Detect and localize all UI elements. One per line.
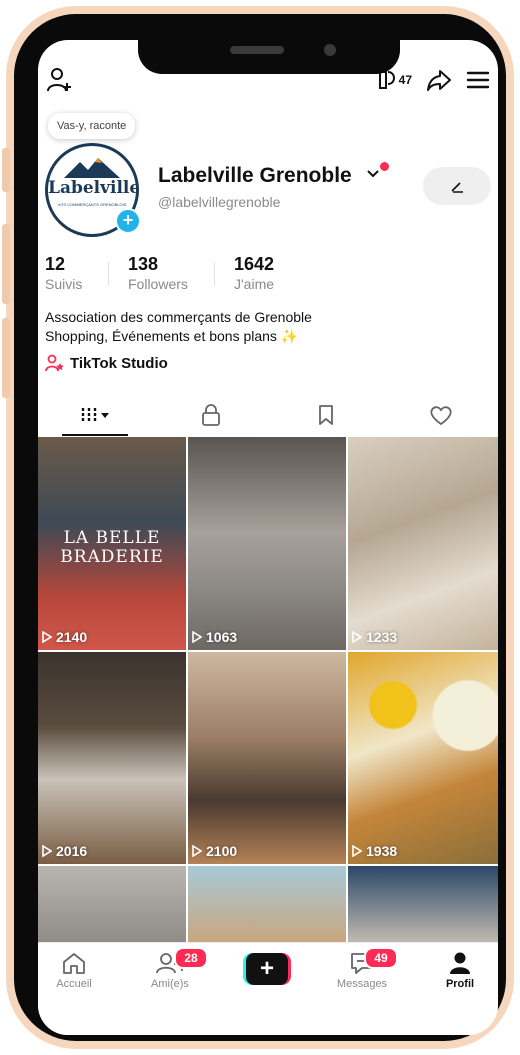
camera [324, 44, 336, 56]
header-actions: 47 [376, 68, 490, 92]
private-tab[interactable] [153, 396, 268, 434]
divider [214, 262, 215, 286]
view-count: 2100 [192, 843, 237, 859]
phone-notch [138, 26, 400, 74]
view-count-text: 1233 [366, 629, 398, 645]
chevron-down-icon[interactable] [366, 166, 380, 180]
view-count: 1233 [352, 629, 397, 645]
side-button [2, 224, 10, 304]
nav-messages[interactable]: Messages 49 [322, 947, 402, 990]
plus-icon: + [246, 953, 288, 985]
stat-label: J'aime [234, 276, 275, 292]
nav-label: Profil [445, 978, 475, 990]
video-thumbnail[interactable]: 2100 [188, 652, 346, 864]
active-tab-indicator [62, 434, 128, 436]
nav-profile[interactable]: Profil [420, 951, 498, 990]
nav-label: Accueil [56, 978, 92, 990]
screen: 47 Labelville VOS COMMERÇANTS GRENOBLOIS… [38, 40, 498, 1035]
video-thumbnail[interactable]: 1233 [348, 437, 498, 650]
view-count-text: 2100 [206, 843, 238, 859]
view-count-text: 2016 [56, 843, 88, 859]
bookmark-icon [318, 405, 333, 425]
nav-friends[interactable]: Ami(e)s 28 [130, 947, 210, 990]
profile-icon [450, 952, 470, 974]
messages-badge: 49 [364, 947, 398, 969]
profile-handle: @labelvillegrenoble [158, 194, 281, 210]
video-thumbnail[interactable]: 1938 [348, 652, 498, 864]
stat-label: Followers [128, 276, 188, 292]
play-icon [192, 631, 202, 643]
grid-filter-icon [81, 408, 109, 422]
play-icon [42, 631, 52, 643]
add-friend-button[interactable] [46, 66, 74, 99]
saved-tab[interactable] [268, 396, 383, 434]
bio-line: Association des commerçants de Grenoble [45, 309, 312, 325]
profile-name: Labelville Grenoble [158, 164, 352, 187]
friends-badge: 28 [174, 947, 208, 969]
bio: Association des commerçants de Grenoble … [45, 308, 312, 346]
liked-tab[interactable] [383, 396, 498, 434]
video-thumbnail[interactable]: 1063 [188, 437, 346, 650]
play-icon [352, 631, 362, 643]
pencil-icon [451, 182, 463, 193]
play-icon [42, 845, 52, 857]
view-count-text: 1063 [206, 629, 238, 645]
stat-value: 1642 [234, 254, 275, 274]
nav-label: Ami(e)s [151, 978, 189, 990]
videos-tab[interactable] [38, 396, 153, 434]
home-icon [63, 953, 85, 974]
notification-dot [380, 162, 389, 171]
view-count: 1938 [352, 843, 397, 859]
prompt-bubble[interactable]: Vas-y, raconte [48, 113, 136, 139]
video-overlay-title: LA BELLE BRADERIE [60, 528, 164, 567]
mountain-logo-icon [64, 158, 120, 178]
studio-user-icon [45, 354, 64, 372]
play-icon [352, 845, 362, 857]
play-icon [192, 845, 202, 857]
stat-value: 12 [45, 254, 66, 274]
bottom-navigation: Accueil Ami(e)s 28 + Messages 49 Profil [38, 942, 498, 1035]
speaker [230, 46, 284, 54]
tiktok-studio-link[interactable]: TikTok Studio [45, 354, 168, 372]
stat-likes[interactable]: 1642 J'aime [234, 254, 274, 292]
nav-label: Messages [336, 978, 388, 990]
create-button[interactable]: + [243, 953, 291, 985]
video-thumbnail[interactable] [38, 866, 186, 946]
notifications-count: 47 [398, 73, 412, 87]
side-button [2, 148, 10, 192]
avatar-logo-subtext: VOS COMMERÇANTS GRENOBLOIS [57, 202, 127, 207]
view-count: 2016 [42, 843, 87, 859]
add-friend-icon [47, 68, 71, 92]
side-button [2, 318, 10, 398]
stat-following[interactable]: 12 Suivis [45, 254, 82, 292]
view-count: 2140 [42, 629, 87, 645]
divider [108, 262, 109, 286]
view-count: 1063 [192, 629, 237, 645]
add-story-icon[interactable]: + [115, 208, 141, 234]
stat-followers[interactable]: 138 Followers [128, 254, 188, 292]
avatar-logo-text: Labelville [48, 178, 139, 198]
video-thumbnail[interactable]: 2016 [38, 652, 186, 864]
video-thumbnail[interactable]: LA BELLE BRADERIE 2140 [38, 437, 186, 650]
video-thumbnail[interactable] [348, 866, 498, 946]
menu-icon[interactable] [466, 70, 490, 90]
studio-label: TikTok Studio [70, 354, 168, 372]
view-count-text: 2140 [56, 629, 88, 645]
lock-icon [201, 404, 220, 426]
content-tabs [38, 396, 498, 436]
stat-value: 138 [128, 254, 159, 274]
video-thumbnail[interactable] [188, 866, 346, 946]
edit-profile-button[interactable] [423, 167, 491, 205]
share-icon[interactable] [426, 68, 452, 92]
heart-icon [429, 406, 452, 426]
bio-line: Shopping, Événements et bons plans ✨ [45, 328, 299, 344]
nav-home[interactable]: Accueil [38, 951, 114, 990]
stat-label: Suivis [45, 276, 83, 292]
view-count-text: 1938 [366, 843, 398, 859]
